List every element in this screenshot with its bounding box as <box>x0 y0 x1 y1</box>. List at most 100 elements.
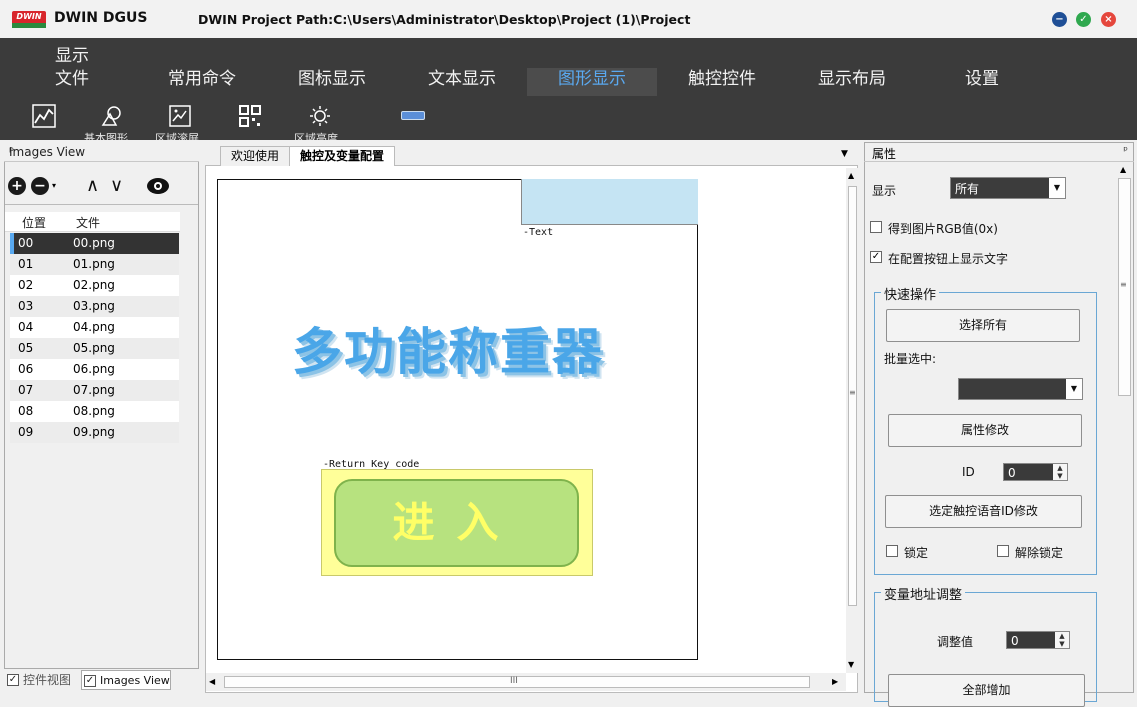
unlock-label: 解除锁定 <box>1015 546 1064 560</box>
properties-title: 属性 <box>872 147 897 161</box>
display-select[interactable]: 所有 ▼ <box>950 177 1066 199</box>
table-row[interactable]: 01 01.png <box>10 254 179 275</box>
adjust-value-label: 调整值 <box>937 635 974 649</box>
lock-label: 锁定 <box>904 546 929 560</box>
brightness-icon[interactable] <box>308 104 332 128</box>
id-stepper[interactable]: 0 ▲ ▼ <box>1003 463 1068 481</box>
rgb-checkbox[interactable] <box>870 221 882 233</box>
adjust-value-stepper[interactable]: 0 ▲ ▼ <box>1006 631 1070 649</box>
project-path: DWIN Project Path:C:\Users\Administrator… <box>198 12 691 27</box>
menu-display-layout[interactable]: 显示布局 <box>787 68 917 96</box>
pin-icon[interactable]: ᵖ <box>9 144 193 158</box>
rgb-checkbox-label: 得到图片RGB值(0x) <box>888 222 998 236</box>
row-file: 05.png <box>73 341 115 355</box>
eye-icon[interactable] <box>146 176 170 196</box>
minimize-icon[interactable]: − <box>1052 12 1067 27</box>
tab-welcome[interactable]: 欢迎使用 <box>220 146 291 166</box>
checkbox-icon: ✓ <box>84 675 96 687</box>
scroll-up-icon[interactable]: ▲ <box>1120 165 1126 174</box>
display-label: 显示 <box>872 184 897 198</box>
table-row[interactable]: 02 02.png <box>10 275 179 296</box>
text-display-area[interactable] <box>521 179 698 225</box>
quick-operations-title: 快速操作 <box>881 284 940 303</box>
dwin-logo: DWIN <box>12 11 46 28</box>
row-file: 09.png <box>73 425 115 439</box>
show-text-checkbox[interactable]: ✓ <box>870 251 882 263</box>
row-position: 07 <box>18 383 34 397</box>
stepper-arrows-icon[interactable]: ▲ ▼ <box>1053 464 1067 480</box>
maximize-icon[interactable]: ✓ <box>1076 12 1091 27</box>
lock-checkbox[interactable] <box>886 545 898 557</box>
progress-bar-icon[interactable] <box>401 111 425 120</box>
tab-images-view[interactable]: ✓ Images View <box>81 670 171 690</box>
row-file: 07.png <box>73 383 115 397</box>
dropdown-arrow-icon[interactable]: ▾ <box>52 181 56 190</box>
menu-text-display[interactable]: 文本显示 <box>397 68 527 96</box>
modify-attributes-button[interactable]: 属性修改 <box>888 414 1082 447</box>
column-header-position: 位置 <box>22 216 47 230</box>
id-label: ID <box>962 465 975 479</box>
table-row[interactable]: 08 08.png <box>10 401 179 422</box>
menu-icon-display[interactable]: 图标显示 <box>267 68 397 96</box>
menu-settings[interactable]: 设置 <box>917 68 1047 96</box>
increase-all-button[interactable]: 全部增加 <box>888 674 1085 707</box>
app-name: DWIN DGUS <box>54 10 148 26</box>
show-text-checkbox-label: 在配置按钮上显示文字 <box>888 252 1009 266</box>
remove-icon[interactable]: − <box>31 177 49 195</box>
toolbar-label-basic-shapes: 基本图形 <box>84 132 128 140</box>
row-file: 00.png <box>73 236 115 250</box>
row-file: 02.png <box>73 278 115 292</box>
table-row[interactable]: 07 07.png <box>10 380 179 401</box>
line-chart-icon[interactable] <box>32 104 56 128</box>
row-position: 00 <box>18 236 34 250</box>
menu-touch-controls[interactable]: 触控控件 <box>657 68 787 96</box>
batch-select[interactable]: ▼ <box>958 378 1083 400</box>
enter-button-graphic: 进入 <box>334 479 579 567</box>
menu-file[interactable]: 文件 <box>7 68 137 96</box>
close-icon[interactable]: × <box>1101 12 1116 27</box>
toolbar-label-area-brightness: 区域亮度 <box>294 132 338 140</box>
add-icon[interactable]: + <box>8 177 26 195</box>
basic-shapes-icon[interactable] <box>100 104 124 128</box>
row-position: 01 <box>18 257 34 271</box>
stepper-arrows-icon[interactable]: ▲ ▼ <box>1055 632 1069 648</box>
tab-list-dropdown-icon[interactable]: ▼ <box>841 149 848 159</box>
row-selection-marker <box>10 233 14 254</box>
pin-icon[interactable]: ᵖ <box>1123 144 1128 157</box>
table-row[interactable]: 04 04.png <box>10 317 179 338</box>
row-position: 05 <box>18 341 34 355</box>
table-row[interactable]: 09 09.png <box>10 422 179 443</box>
scroll-down-icon[interactable]: ▼ <box>848 660 854 669</box>
tab-touch-config[interactable]: 触控及变量配置 <box>289 146 396 166</box>
row-position: 06 <box>18 362 34 376</box>
chevron-down-icon: ▼ <box>1049 178 1065 198</box>
table-row[interactable]: 03 03.png <box>10 296 179 317</box>
row-position: 09 <box>18 425 34 439</box>
scroll-up-icon[interactable]: ▲ <box>848 171 854 180</box>
toolbar-label-area-scroll: 区域滚屏 <box>155 132 199 140</box>
touch-voice-id-button[interactable]: 选定触控语音ID修改 <box>885 495 1082 528</box>
row-file: 04.png <box>73 320 115 334</box>
table-row[interactable]: 00 00.png <box>10 233 179 254</box>
properties-header: 属性 ᵖ <box>864 142 1134 162</box>
select-all-button[interactable]: 选择所有 <box>886 309 1080 342</box>
row-file: 01.png <box>73 257 115 271</box>
toolbar-divider <box>5 204 198 205</box>
unlock-checkbox[interactable] <box>997 545 1009 557</box>
menu-common-commands[interactable]: 常用命令 <box>137 68 267 96</box>
area-scroll-icon[interactable] <box>168 104 192 128</box>
table-row[interactable]: 05 05.png <box>10 338 179 359</box>
tab-controls-view[interactable]: ✓ 控件视图 <box>5 670 71 690</box>
row-position: 08 <box>18 404 34 418</box>
move-down-icon[interactable]: ∨ <box>110 175 123 196</box>
qr-code-icon[interactable] <box>238 104 262 128</box>
scroll-right-icon[interactable]: ▶ <box>832 677 838 686</box>
row-position: 02 <box>18 278 34 292</box>
menu-graphic-display[interactable]: 图形显示 <box>527 68 657 96</box>
move-up-icon[interactable]: ∧ <box>86 175 99 196</box>
scroll-left-icon[interactable]: ◀ <box>209 677 215 686</box>
row-position: 03 <box>18 299 34 313</box>
screen-page[interactable] <box>217 179 698 660</box>
table-row[interactable]: 06 06.png <box>10 359 179 380</box>
row-file: 08.png <box>73 404 115 418</box>
